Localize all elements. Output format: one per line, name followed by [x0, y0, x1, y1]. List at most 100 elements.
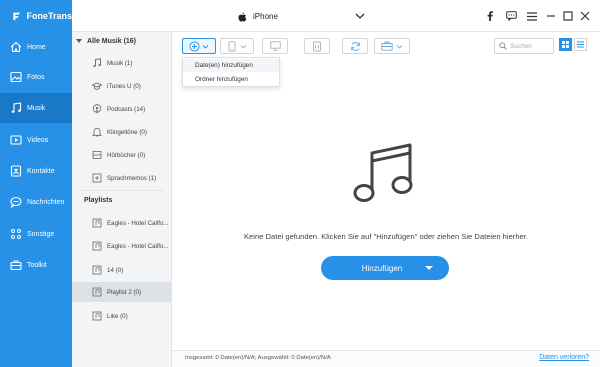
playlist-item[interactable]: 14 (0): [72, 260, 171, 280]
search-icon: [499, 42, 507, 50]
sidebar-item-label: Home: [27, 43, 46, 51]
feedback-icon[interactable]: [504, 9, 518, 23]
sidebar-item-kontakte[interactable]: Kontakte: [0, 156, 72, 186]
sidebar-item-label: Videos: [27, 136, 49, 144]
podcast-icon: [92, 104, 102, 114]
category-item-hoerbuecher[interactable]: Hörbücher (0): [72, 145, 171, 165]
playlist-label: Like (0): [107, 312, 128, 320]
category-item-klingeltoene[interactable]: Klingeltöne (0): [72, 122, 171, 142]
menu-item-add-files[interactable]: Date(en) hinzufügen: [183, 59, 279, 72]
sidebar-item-home[interactable]: Home: [0, 32, 72, 62]
category-item-itunes-u[interactable]: iTunes U (0): [72, 76, 171, 96]
empty-state-message: Keine Datei gefunden. Klicken Sie auf "H…: [243, 232, 528, 241]
close-icon[interactable]: [578, 9, 592, 23]
toolkit-icon: [10, 260, 22, 271]
hinzufuegen-button[interactable]: Hinzufügen: [321, 256, 449, 280]
category-item-musik[interactable]: Musik (1): [72, 53, 171, 73]
sidebar-item-toolkit[interactable]: Toolkit: [0, 250, 72, 280]
photo-icon: [10, 71, 22, 83]
add-icon: [189, 40, 200, 52]
category-panel: Alle Musik (16) Musik (1) iTunes U (0) P…: [72, 32, 172, 367]
sidebar-item-label: Fotos: [27, 73, 45, 81]
other-icon: [11, 229, 21, 239]
playlist-icon: [92, 241, 102, 251]
all-music-label: Alle Musik (16): [87, 37, 137, 45]
playlist-icon: [92, 287, 102, 297]
messages-icon: [10, 196, 22, 208]
minimize-icon[interactable]: [544, 9, 558, 23]
all-music-header[interactable]: Alle Musik (16): [76, 34, 136, 48]
playlist-label: 14 (0): [107, 266, 124, 274]
playlist-item[interactable]: Playlist 2 (0): [72, 282, 171, 302]
sidebar-item-sonstige[interactable]: Sonstige: [0, 219, 72, 249]
delete-button[interactable]: [304, 38, 330, 54]
list-view-button[interactable]: [574, 38, 587, 51]
playlist-item[interactable]: Eagles - Hotel Califo...: [72, 213, 171, 233]
sidebar-item-nachrichten[interactable]: Nachrichten: [0, 187, 72, 217]
collapse-triangle-icon[interactable]: [76, 39, 82, 43]
playlist-icon: [92, 265, 102, 275]
playlist-icon: [92, 311, 102, 321]
playlists-header: Playlists: [84, 197, 113, 204]
sidebar-item-label: Musik: [27, 104, 46, 112]
chevron-down-icon: [202, 44, 209, 49]
facebook-icon[interactable]: [483, 9, 497, 23]
export-to-device-button[interactable]: [220, 38, 254, 54]
chevron-down-icon[interactable]: [354, 10, 366, 22]
export-to-pc-button[interactable]: [262, 38, 288, 54]
export-to-pc-icon: [269, 41, 281, 51]
status-bar: Insgesamt: 0 Date(en)/N/A; Ausgewählt: 0…: [172, 350, 600, 367]
list-view-icon: [577, 41, 584, 48]
search-input[interactable]: [510, 42, 552, 50]
category-item-sprachmemos[interactable]: Sprachmemos (1): [72, 168, 171, 188]
divider: [80, 190, 164, 191]
category-label: iTunes U (0): [107, 82, 141, 90]
playlist-item[interactable]: Eagles - Hotel Califo...: [72, 236, 171, 256]
menu-icon[interactable]: [525, 9, 539, 23]
graduation-cap-icon: [92, 82, 102, 90]
caret-down-icon[interactable]: [425, 266, 433, 270]
category-label: Musik (1): [107, 59, 133, 67]
bell-icon: [92, 127, 102, 137]
playlist-label: Eagles - Hotel Califo...: [107, 242, 169, 250]
playlist-label: Playlist 2 (0): [107, 288, 142, 296]
voice-memo-icon: [92, 173, 102, 183]
device-selector[interactable]: iPhone: [238, 8, 366, 25]
contacts-icon: [10, 165, 22, 177]
sidebar-item-label: Nachrichten: [27, 198, 65, 206]
fonetrans-logo-icon: [13, 12, 21, 21]
app-name: FoneTrans: [26, 11, 72, 21]
sidebar-item-musik[interactable]: Musik: [0, 93, 72, 123]
status-summary: Insgesamt: 0 Date(en)/N/A; Ausgewählt: 0…: [185, 355, 331, 361]
sidebar: Home Fotos Musik Videos Kontakte Nachric…: [0, 32, 72, 367]
category-label: Klingeltöne (0): [107, 128, 147, 136]
grid-view-button[interactable]: [559, 38, 572, 51]
music-note-icon: [93, 58, 101, 68]
grid-view-icon: [562, 41, 569, 48]
sidebar-item-fotos[interactable]: Fotos: [0, 62, 72, 92]
category-item-podcasts[interactable]: Podcasts (14): [72, 99, 171, 119]
playlist-icon: [92, 218, 102, 228]
sync-button[interactable]: [342, 38, 368, 54]
sync-icon: [350, 41, 360, 51]
add-dropdown-menu: Date(en) hinzufügen Ordner hinzufügen: [182, 57, 280, 87]
toolbox-button[interactable]: [374, 38, 410, 54]
playlist-item[interactable]: Like (0): [72, 306, 171, 326]
maximize-icon[interactable]: [561, 9, 575, 23]
brand: FoneTrans: [0, 0, 72, 32]
music-icon: [11, 102, 22, 113]
apple-icon: [238, 12, 247, 21]
chevron-down-icon: [396, 44, 403, 49]
audiobook-icon: [92, 151, 102, 159]
sidebar-item-videos[interactable]: Videos: [0, 125, 72, 155]
search-box[interactable]: [494, 38, 554, 54]
delete-icon: [313, 41, 321, 51]
data-lost-link[interactable]: Daten verloren?: [539, 354, 589, 361]
menu-item-add-folder[interactable]: Ordner hinzufügen: [183, 73, 279, 86]
category-label: Hörbücher (0): [107, 151, 146, 159]
sidebar-item-label: Sonstige: [27, 230, 55, 238]
toolbar: [172, 32, 600, 60]
home-icon: [10, 41, 22, 53]
add-button[interactable]: [182, 38, 216, 54]
category-label: Podcasts (14): [107, 105, 146, 113]
